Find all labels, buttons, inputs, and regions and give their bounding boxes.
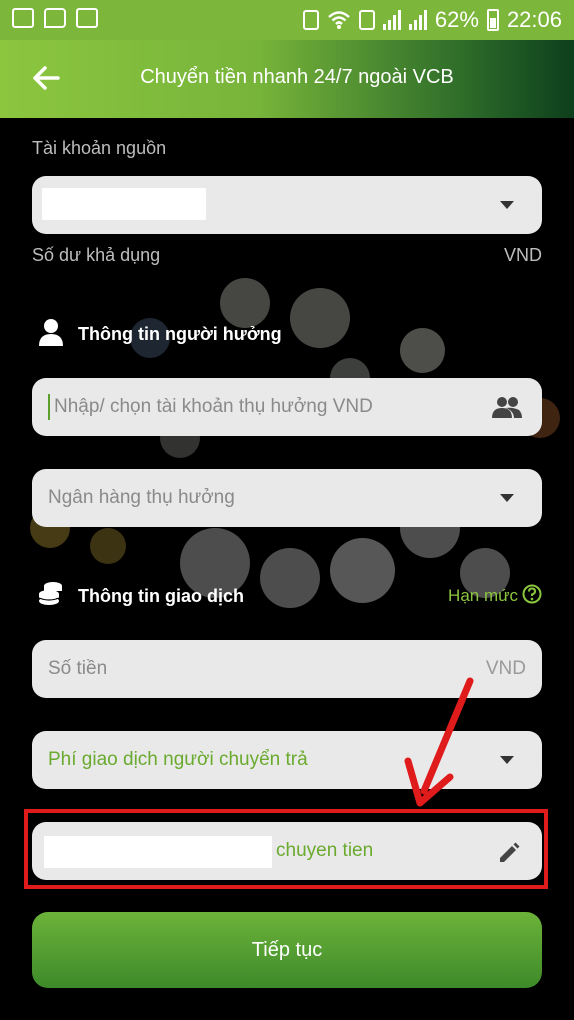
text-cursor [48,394,50,420]
beneficiary-account-placeholder: Nhập/ chọn tài khoản thụ hưởng VND [54,396,373,417]
signal-icon-2 [408,10,427,30]
beneficiary-section-title: Thông tin người hưởng [78,324,282,344]
beneficiary-bank-select[interactable]: Ngân hàng thụ hưởng [32,469,542,527]
message-icon [44,8,66,28]
page-title: Chuyển tiền nhanh 24/7 ngoài VCB [140,66,454,88]
contacts-icon[interactable] [492,396,522,418]
beneficiary-account-input[interactable]: Nhập/ chọn tài khoản thụ hưởng VND [32,378,542,436]
help-icon[interactable] [522,584,542,604]
source-account-select[interactable] [32,176,542,234]
fee-payer-value: Phí giao dịch người chuyển trả [48,749,308,770]
beneficiary-bank-placeholder: Ngân hàng thụ hưởng [48,487,235,508]
recycle-icon [302,10,319,30]
amount-placeholder: Số tiền [48,658,108,679]
sim-card-icon [358,10,375,30]
balance-currency: VND [503,245,542,265]
battery-percentage: 62% [434,7,479,32]
dropdown-caret-icon [500,201,514,209]
dropdown-caret-icon [500,494,514,502]
wifi-icon [328,11,350,29]
app-header: Chuyển tiền nhanh 24/7 ngoài VCB [0,40,574,118]
battery-icon [486,9,499,31]
balance-label: Số dư khả dụng [32,245,161,265]
person-icon [39,319,63,346]
status-bar: 62% 22:06 [0,0,574,40]
continue-button[interactable]: Tiếp tục [32,912,542,988]
limit-link[interactable]: Hạn mức [448,586,518,606]
transfer-form: Tài khoản nguồn Số dư khả dụng VND Thông… [0,118,574,1020]
amount-currency: VND [485,658,526,679]
gallery-icon [12,8,34,28]
highlight-box [24,809,548,889]
dropdown-caret-icon [500,756,514,764]
coins-icon [38,582,62,605]
signal-icon-1 [382,10,401,30]
clock: 22:06 [506,7,562,32]
sim-icon [76,8,98,28]
annotation-arrow [404,677,474,807]
redacted-account-number [42,188,206,220]
source-account-label: Tài khoản nguồn [32,138,167,158]
transaction-section-title: Thông tin giao dịch [78,586,244,606]
